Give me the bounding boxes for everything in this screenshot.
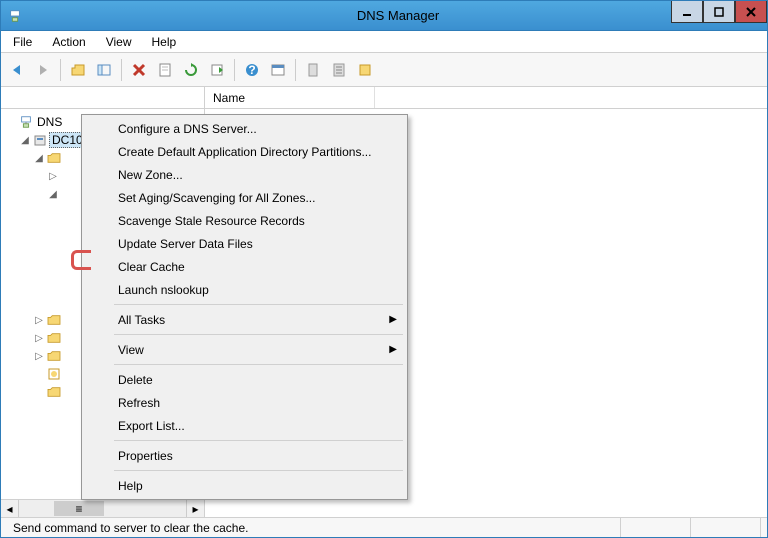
expander-icon[interactable]: ▷ — [33, 351, 45, 362]
expander-icon[interactable]: ▷ — [33, 333, 45, 344]
menu-aging[interactable]: Set Aging/Scavenging for All Zones... — [84, 186, 405, 209]
titlebar: DNS Manager — [1, 1, 767, 31]
export-button[interactable] — [205, 58, 229, 82]
menubar: File Action View Help — [1, 31, 767, 53]
server-icon — [31, 133, 49, 147]
submenu-arrow-icon: ▶ — [389, 344, 397, 355]
annotation-bracket — [71, 250, 91, 270]
scroll-right-icon[interactable]: ▸ — [186, 500, 204, 517]
menu-update[interactable]: Update Server Data Files — [84, 232, 405, 255]
list-header: Name — [205, 87, 767, 109]
folder-icon — [45, 386, 63, 398]
expander-icon[interactable]: ◢ — [33, 153, 45, 164]
up-button[interactable] — [66, 58, 90, 82]
tree-root-label: DNS — [35, 115, 64, 129]
folder-icon — [45, 314, 63, 326]
expander-icon[interactable]: ▷ — [33, 315, 45, 326]
status-cell — [621, 518, 691, 537]
statusbar: Send command to server to clear the cach… — [1, 517, 767, 537]
menu-properties[interactable]: Properties — [84, 444, 405, 467]
delete-button[interactable] — [127, 58, 151, 82]
back-button[interactable] — [5, 58, 29, 82]
properties-button[interactable] — [153, 58, 177, 82]
submenu-arrow-icon: ▶ — [389, 314, 397, 325]
menu-export[interactable]: Export List... — [84, 414, 405, 437]
log-icon — [45, 367, 63, 381]
column-name[interactable]: Name — [205, 87, 375, 108]
close-button[interactable] — [735, 1, 767, 23]
maximize-button[interactable] — [703, 1, 735, 23]
scroll-thumb[interactable]: ≡ — [54, 501, 104, 516]
filter-button-1[interactable] — [301, 58, 325, 82]
toolbar: ? — [1, 53, 767, 87]
dns-root-icon — [17, 115, 35, 129]
filter-button-2[interactable] — [327, 58, 351, 82]
menu-refresh[interactable]: Refresh — [84, 391, 405, 414]
menu-delete[interactable]: Delete — [84, 368, 405, 391]
forward-button[interactable] — [31, 58, 55, 82]
menu-nslookup[interactable]: Launch nslookup — [84, 278, 405, 301]
folder-icon — [45, 152, 63, 164]
expander-icon[interactable]: ◢ — [19, 135, 31, 146]
help-button[interactable]: ? — [240, 58, 264, 82]
menu-clear-cache[interactable]: Clear Cache — [84, 255, 405, 278]
refresh-button[interactable] — [179, 58, 203, 82]
folder-icon — [45, 350, 63, 362]
expander-icon[interactable]: ▷ — [47, 171, 59, 182]
scroll-left-icon[interactable]: ◂ — [1, 500, 19, 517]
menu-configure-dns[interactable]: Configure a DNS Server... — [84, 117, 405, 140]
app-icon — [1, 9, 29, 23]
folder-icon — [45, 332, 63, 344]
menu-new-zone[interactable]: New Zone... — [84, 163, 405, 186]
window-title: DNS Manager — [29, 8, 767, 23]
menu-action[interactable]: Action — [42, 33, 95, 51]
context-menu: Configure a DNS Server... Create Default… — [81, 114, 408, 500]
menu-all-tasks[interactable]: All Tasks▶ — [84, 308, 405, 331]
menu-view[interactable]: View — [96, 33, 142, 51]
menu-create-partitions[interactable]: Create Default Application Directory Par… — [84, 140, 405, 163]
menu-scavenge[interactable]: Scavenge Stale Resource Records — [84, 209, 405, 232]
options-button[interactable] — [353, 58, 377, 82]
menu-help[interactable]: Help — [84, 474, 405, 497]
minimize-button[interactable] — [671, 1, 703, 23]
menu-help[interactable]: Help — [142, 33, 187, 51]
new-window-button[interactable] — [266, 58, 290, 82]
horizontal-scrollbar[interactable]: ◂ ≡ ▸ — [1, 499, 204, 517]
svg-text:?: ? — [248, 63, 255, 77]
show-hide-tree-button[interactable] — [92, 58, 116, 82]
expander-icon[interactable]: ◢ — [47, 189, 59, 200]
status-text: Send command to server to clear the cach… — [7, 518, 621, 537]
menu-view[interactable]: View▶ — [84, 338, 405, 361]
menu-file[interactable]: File — [3, 33, 42, 51]
status-cell — [691, 518, 761, 537]
